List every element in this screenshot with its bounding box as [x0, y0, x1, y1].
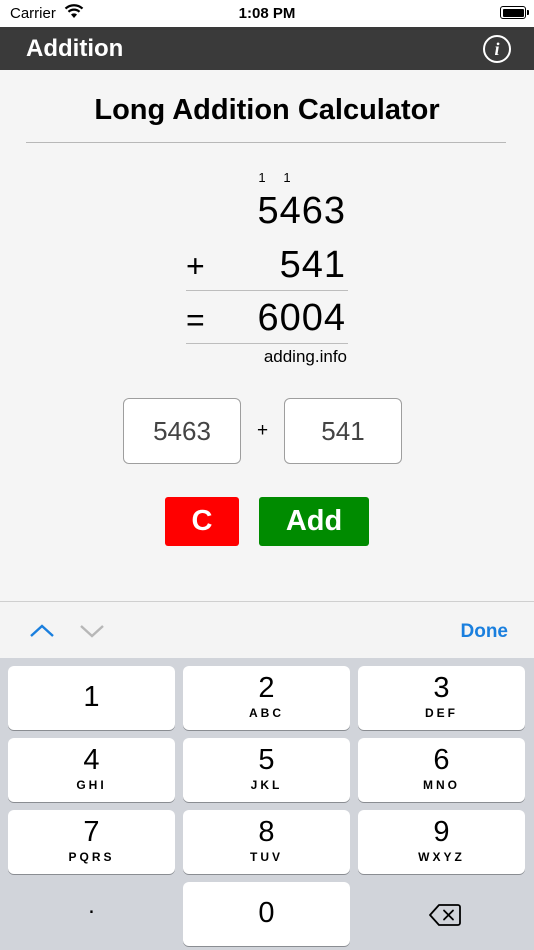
keyboard-accessory-bar: Done [0, 601, 534, 658]
key-digit: 3 [433, 672, 450, 704]
carry-digit: 1 [258, 170, 266, 185]
clock: 1:08 PM [238, 5, 296, 22]
numeric-keypad: 1 2 ABC 3 DEF 4 GHI 5 JKL 6 MNO 7 PQRS 8… [0, 658, 534, 950]
plus-operator: + [186, 248, 205, 284]
navigation-bar: Addition i [0, 27, 534, 70]
key-9[interactable]: 9 WXYZ [358, 810, 525, 874]
key-7[interactable]: 7 PQRS [8, 810, 175, 874]
key-decimal-point[interactable]: . [8, 882, 175, 946]
equals-sign: = [186, 302, 205, 338]
sum-result: 6004 [257, 297, 346, 339]
key-letters: TUV [250, 850, 283, 864]
key-8[interactable]: 8 TUV [183, 810, 350, 874]
info-icon[interactable]: i [483, 35, 511, 63]
done-button[interactable]: Done [461, 621, 509, 643]
second-number-input[interactable]: 541 [284, 398, 402, 464]
second-addend: 541 [279, 244, 346, 286]
delete-key[interactable] [358, 882, 525, 946]
key-6[interactable]: 6 MNO [358, 738, 525, 802]
key-digit: 9 [433, 816, 450, 848]
key-letters: PQRS [68, 850, 115, 864]
first-addend: 5463 [257, 190, 346, 232]
key-2[interactable]: 2 ABC [183, 666, 350, 730]
key-digit: 8 [258, 816, 275, 848]
delete-backspace-icon [429, 904, 461, 926]
battery-icon [500, 6, 529, 19]
status-bar: Carrier 1:08 PM [0, 0, 534, 27]
key-letters: MNO [423, 778, 460, 792]
add-button[interactable]: Add [259, 497, 369, 546]
nav-title: Addition [26, 35, 124, 62]
chevron-up-icon[interactable] [29, 624, 55, 643]
input-plus-label: + [257, 420, 269, 441]
credit-label: adding.info [263, 347, 347, 366]
carry-digit: 1 [283, 170, 291, 185]
key-digit: 6 [433, 744, 450, 776]
key-0[interactable]: 0 [183, 882, 350, 946]
key-digit: 4 [83, 744, 100, 776]
key-letters: JKL [250, 778, 283, 792]
key-digit: 1 [83, 681, 100, 713]
key-digit: 0 [258, 897, 275, 929]
key-digit: 2 [258, 672, 275, 704]
first-number-input[interactable]: 5463 [123, 398, 241, 464]
key-4[interactable]: 4 GHI [8, 738, 175, 802]
key-5[interactable]: 5 JKL [183, 738, 350, 802]
key-1[interactable]: 1 [8, 666, 175, 730]
key-digit: 7 [83, 816, 100, 848]
key-letters: WXYZ [418, 850, 465, 864]
key-3[interactable]: 3 DEF [358, 666, 525, 730]
chevron-down-icon[interactable] [79, 624, 105, 643]
page-title: Long Addition Calculator [94, 94, 440, 126]
sum-divider [186, 290, 348, 291]
result-divider [186, 343, 348, 344]
title-divider [26, 142, 506, 143]
key-letters: GHI [76, 778, 107, 792]
key-digit: 5 [258, 744, 275, 776]
key-letters: DEF [425, 706, 458, 720]
key-letters: ABC [249, 706, 284, 720]
clear-button[interactable]: C [165, 497, 239, 546]
